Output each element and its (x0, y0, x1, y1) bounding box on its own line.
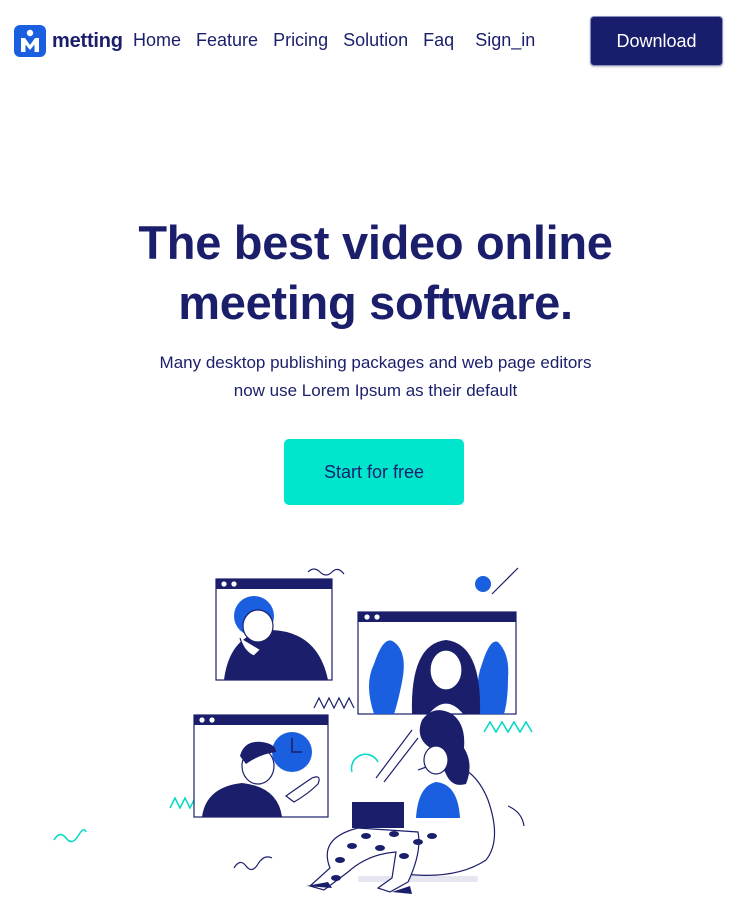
hero-subtitle-line-1: Many desktop publishing packages and web… (159, 353, 592, 372)
nav-link-pricing[interactable]: Pricing (273, 30, 328, 51)
hero-title-line-2: meeting software. (178, 276, 573, 329)
nav-link-home[interactable]: Home (133, 30, 181, 51)
hero-subtitle: Many desktop publishing packages and web… (0, 349, 751, 405)
hero-title-line-1: The best video online (138, 216, 613, 269)
nav-link-feature[interactable]: Feature (196, 30, 258, 51)
hero-title: The best video online meeting software. (0, 213, 751, 333)
download-button[interactable]: Download (590, 16, 723, 66)
video-meeting-illustration (40, 560, 580, 900)
brand-logo[interactable]: metting (14, 25, 123, 57)
nav-link-faq[interactable]: Faq (423, 30, 454, 51)
nav-link-solution[interactable]: Solution (343, 30, 408, 51)
brand-name: metting (52, 29, 123, 52)
hero-subtitle-line-2: now use Lorem Ipsum as their default (233, 381, 518, 400)
start-for-free-button[interactable]: Start for free (284, 439, 464, 505)
nav-links: Home Feature Pricing Solution Faq Sign_i… (133, 30, 550, 51)
landing-page: metting Home Feature Pricing Solution Fa… (0, 0, 751, 902)
m-letter-logo-icon (14, 25, 46, 57)
nav-link-sign-in[interactable]: Sign_in (475, 30, 535, 51)
top-navbar: metting Home Feature Pricing Solution Fa… (0, 0, 751, 84)
